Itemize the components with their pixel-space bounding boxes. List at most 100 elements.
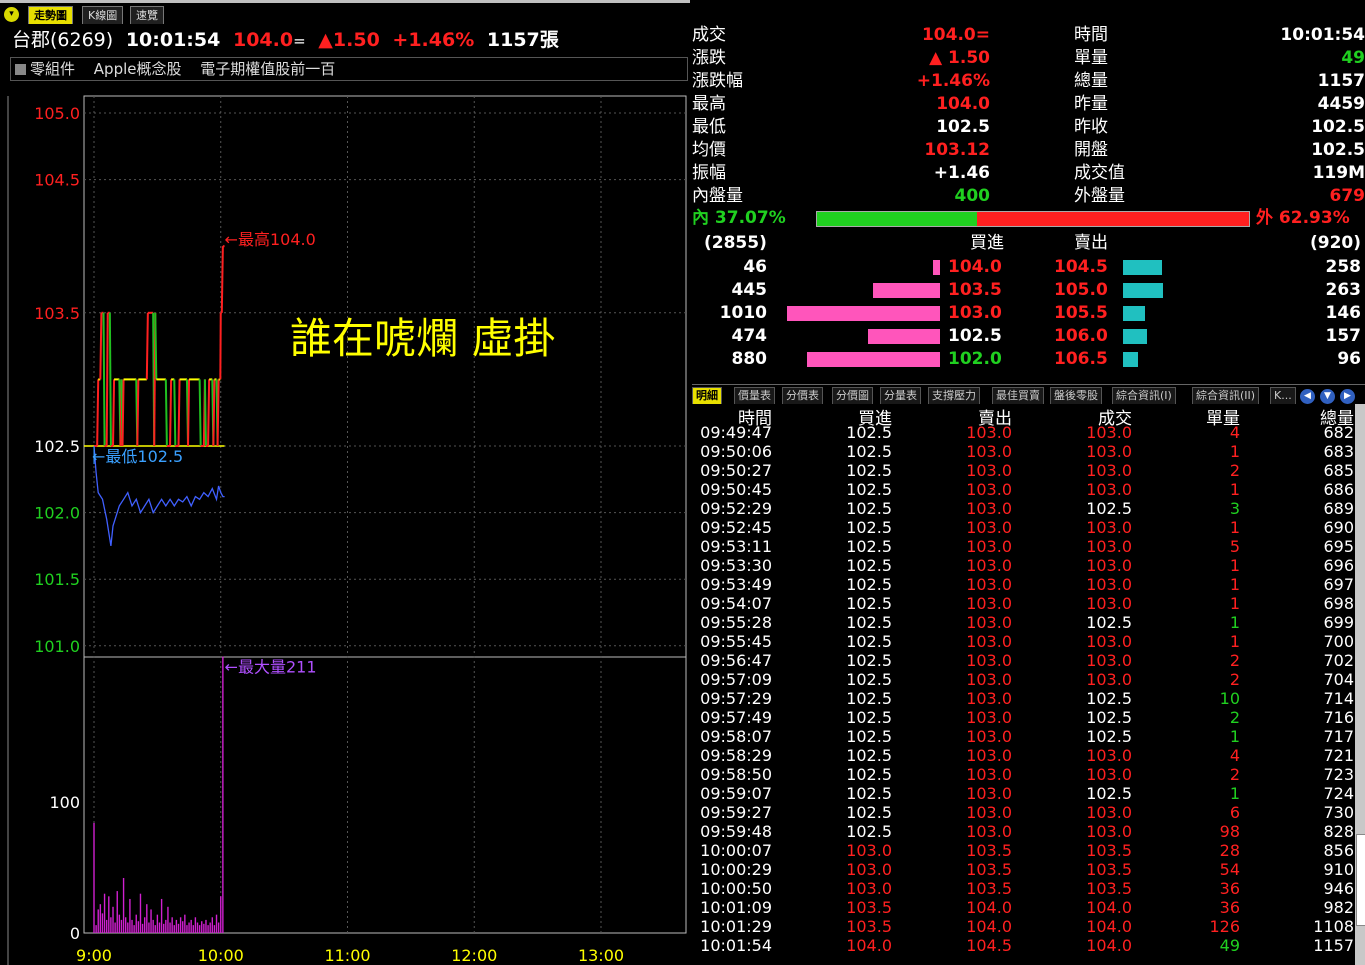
detail-tab[interactable]: 分價圖	[832, 387, 873, 404]
detail-tab[interactable]: 盤後零股	[1050, 387, 1102, 404]
bid-price[interactable]: 102.0	[948, 348, 1002, 371]
ask-volume: 146	[1325, 303, 1362, 323]
detail-tab[interactable]: 綜合資訊(I)	[1112, 387, 1176, 404]
detail-tab[interactable]: 綜合資訊(II)	[1192, 387, 1260, 404]
ticks-cell: 103.5	[966, 860, 1012, 879]
quote-value: 10:01:54	[1280, 25, 1365, 45]
ticks-cell: 09:59:07	[700, 784, 772, 803]
quote-label: 昨量	[1074, 94, 1108, 114]
ticks-cell: 10	[1219, 689, 1240, 708]
price-change-pct: +1.46%	[392, 29, 475, 51]
ticks-cell: 103.0	[966, 499, 1012, 518]
ticks-cell: 103.0	[1086, 765, 1132, 784]
ticks-row: 09:52:29 102.5 103.0 102.5 3 689	[692, 499, 1365, 518]
ticks-cell: 2	[1229, 461, 1240, 480]
ticks-cell: 1	[1229, 727, 1240, 746]
chevron-left-icon[interactable]: ◀	[1300, 389, 1315, 404]
ticks-cell: 104.0	[846, 936, 892, 955]
ask-price[interactable]: 105.5	[1054, 302, 1108, 325]
ask-price[interactable]: 105.0	[1054, 279, 1108, 302]
bid-price[interactable]: 103.5	[948, 279, 1002, 302]
price-segment	[102, 312, 106, 447]
ticks-cell: 1	[1229, 613, 1240, 632]
scroll-thumb[interactable]	[1356, 834, 1365, 926]
volume-panel-frame	[83, 656, 687, 934]
price-segment	[154, 312, 158, 380]
detail-tab[interactable]: 最佳買賣	[992, 387, 1044, 404]
chevron-right-icon[interactable]: ▶	[1340, 389, 1355, 404]
ticks-cell: 103.5	[1086, 841, 1132, 860]
ticks-cell: 10:01:09	[700, 898, 772, 917]
ticks-cell: 103.5	[846, 898, 892, 917]
price-tick-label: 104.5	[34, 171, 80, 190]
detail-tab[interactable]: K...	[1270, 387, 1296, 404]
quote-label: 成交值	[1074, 163, 1125, 183]
ticks-cell: 102.5	[846, 613, 892, 632]
low-annotation: ←最低102.5	[92, 447, 183, 466]
detail-tab[interactable]: 價量表	[734, 387, 775, 404]
bid-price[interactable]: 104.0	[948, 256, 1002, 279]
ticks-row: 09:53:30 102.5 103.0 103.0 1 696	[692, 556, 1365, 575]
bid-price[interactable]: 103.0	[948, 302, 1002, 325]
ticks-cell: 103.0	[1086, 651, 1132, 670]
ticks-cell: 49	[1219, 936, 1240, 955]
ticks-cell: 103.0	[966, 765, 1012, 784]
ticks-cell: 1	[1229, 594, 1240, 613]
detail-tab[interactable]: 分量表	[880, 387, 921, 404]
ticks-cell: 102.5	[846, 670, 892, 689]
quote-header: 台郡(6269) 10:01:54 104.0= ▲1.50 +1.46% 11…	[12, 25, 565, 53]
category-item[interactable]: 零組件	[30, 60, 75, 78]
tab-k-line-chart[interactable]: K線圖	[82, 6, 124, 24]
stock-name: 台郡(6269)	[12, 29, 114, 51]
ask-volume-bar	[1123, 352, 1138, 367]
price-segment	[136, 379, 140, 447]
ask-price[interactable]: 104.5	[1054, 256, 1108, 279]
ticks-cell: 6	[1229, 803, 1240, 822]
tab-quick-view[interactable]: 速覽	[130, 6, 164, 24]
category-item[interactable]: 電子期權值股前一百	[200, 60, 335, 78]
ticks-cell: 982	[1323, 898, 1354, 917]
ticks-row: 10:00:07 103.0 103.5 103.5 28 856	[692, 841, 1365, 860]
detail-tab[interactable]: 明細	[692, 387, 722, 404]
inner-outer-ratio-bar	[816, 211, 1250, 227]
ticks-cell: 10:00:07	[700, 841, 772, 860]
quote-value: 119M	[1312, 163, 1365, 183]
detail-tab[interactable]: 支撐壓力	[928, 387, 980, 404]
ticks-cell: 102.5	[846, 518, 892, 537]
ticks-cell: 103.0	[966, 822, 1012, 841]
ticks-cell: 09:58:50	[700, 765, 772, 784]
ticks-cell: 721	[1323, 746, 1354, 765]
tab-trend-chart[interactable]: 走勢圖	[28, 6, 73, 24]
price-segment	[105, 312, 109, 447]
ticks-cell: 09:53:30	[700, 556, 772, 575]
collapse-icon[interactable]	[15, 64, 26, 75]
category-item[interactable]: Apple概念股	[94, 60, 182, 78]
ask-volume: 263	[1325, 280, 1362, 300]
ticks-cell: 09:50:27	[700, 461, 772, 480]
price-change: ▲1.50	[318, 29, 380, 51]
intraday-chart: 105.0 104.5 103.5 102.5 102.0 101.5 101.0 9:00 1…	[7, 95, 687, 965]
ticks-row: 09:49:47 102.5 103.0 103.0 4 682	[692, 423, 1365, 442]
detail-tab[interactable]: 分價表	[782, 387, 823, 404]
ticks-cell: 102.5	[846, 575, 892, 594]
ticks-cell: 103.0	[1086, 537, 1132, 556]
ticks-cell: 856	[1323, 841, 1354, 860]
bid-price[interactable]: 102.5	[948, 325, 1002, 348]
ticks-cell: 686	[1323, 480, 1354, 499]
chevron-down-icon[interactable]: ▾	[4, 7, 19, 22]
ask-price[interactable]: 106.5	[1054, 348, 1108, 371]
chevron-down-icon[interactable]: ▼	[1320, 389, 1335, 404]
price-segment	[220, 246, 224, 313]
ask-price[interactable]: 106.0	[1054, 325, 1108, 348]
ticks-row: 09:53:49 102.5 103.0 103.0 1 697	[692, 575, 1365, 594]
ask-volume: 157	[1325, 326, 1362, 346]
ticks-cell: 102.5	[1086, 499, 1132, 518]
ticks-scrollbar[interactable]	[1355, 404, 1365, 965]
time-tick-label: 12:00	[451, 946, 497, 965]
quote-label: 振幅	[692, 163, 726, 183]
ticks-row: 10:00:50 103.0 103.5 103.5 36 946	[692, 879, 1365, 898]
time-tick-label: 13:00	[578, 946, 624, 965]
ticks-cell: 103.5	[966, 879, 1012, 898]
price-flat-mark: =	[293, 32, 306, 50]
ticks-cell: 714	[1323, 689, 1354, 708]
